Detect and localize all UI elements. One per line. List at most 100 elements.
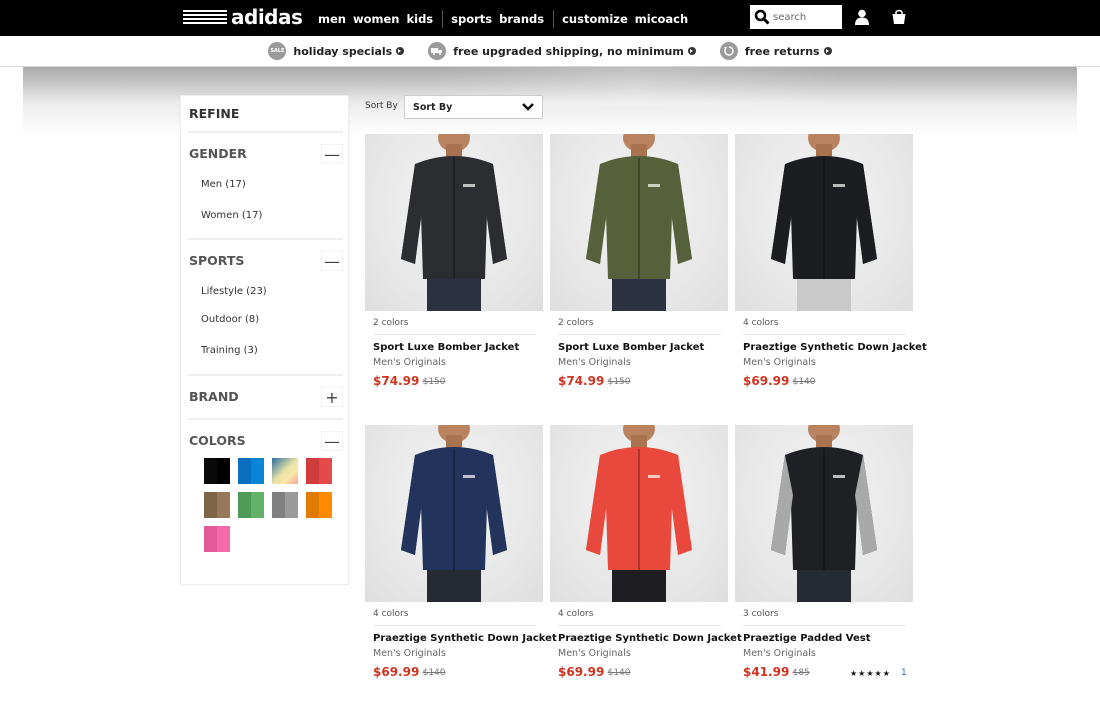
product-color-count: 2 colors bbox=[373, 318, 409, 328]
product-name[interactable]: Praeztige Synthetic Down Jacket bbox=[743, 342, 927, 353]
filter-sports-heading[interactable]: SPORTS bbox=[189, 253, 244, 268]
nav-divider bbox=[553, 10, 555, 28]
product-name[interactable]: Sport Luxe Bomber Jacket bbox=[558, 342, 704, 353]
truck-icon bbox=[428, 42, 447, 60]
search-icon bbox=[754, 9, 770, 25]
top-navigation-bar: adidas men women kids sports brands cust… bbox=[0, 0, 1100, 36]
adidas-logo[interactable]: adidas bbox=[183, 7, 303, 27]
collapse-sports-icon[interactable]: — bbox=[321, 251, 343, 271]
product-category: Men's Originals bbox=[558, 357, 631, 368]
shopping-bag-icon[interactable] bbox=[891, 9, 907, 25]
original-price: $150 bbox=[422, 377, 446, 387]
product-card[interactable]: 2 colors Sport Luxe Bomber Jacket Men's Or… bbox=[365, 134, 543, 414]
product-name[interactable]: Praeztige Synthetic Down Jacket bbox=[373, 633, 557, 644]
product-image[interactable] bbox=[735, 134, 913, 311]
expand-brand-icon[interactable]: + bbox=[321, 387, 343, 407]
color-swatch-multicolor[interactable] bbox=[272, 458, 298, 484]
product-image[interactable] bbox=[365, 134, 543, 311]
color-swatch-pink[interactable] bbox=[204, 526, 230, 552]
product-name[interactable]: Praeztige Padded Vest bbox=[743, 633, 871, 644]
product-category: Men's Originals bbox=[558, 648, 631, 659]
color-swatch-blue[interactable] bbox=[238, 458, 264, 484]
divider bbox=[188, 238, 343, 240]
nav-brands[interactable]: brands bbox=[499, 12, 544, 26]
filter-gender-women[interactable]: Women (17) bbox=[201, 210, 262, 221]
product-color-count: 4 colors bbox=[558, 609, 594, 619]
collapse-colors-icon[interactable]: — bbox=[321, 431, 343, 451]
filter-brand-heading[interactable]: BRAND bbox=[189, 389, 239, 404]
divider bbox=[743, 625, 906, 626]
sale-price: $74.99 bbox=[373, 374, 420, 388]
product-card[interactable]: 4 colors Praeztige Synthetic Down Jacket M… bbox=[735, 134, 927, 414]
sale-price: $41.99 bbox=[743, 665, 790, 679]
nav-micoach[interactable]: micoach bbox=[635, 12, 688, 26]
divider bbox=[188, 131, 343, 133]
chevron-down-icon bbox=[522, 103, 534, 111]
product-card[interactable]: 2 colors Sport Luxe Bomber Jacket Men's Or… bbox=[550, 134, 728, 414]
account-icon[interactable] bbox=[854, 9, 870, 25]
color-swatch-red[interactable] bbox=[306, 458, 332, 484]
color-swatch-green[interactable] bbox=[238, 492, 264, 518]
color-swatch-brown[interactable] bbox=[204, 492, 230, 518]
sort-dropdown[interactable]: Sort By bbox=[404, 95, 543, 119]
product-image[interactable] bbox=[365, 425, 543, 602]
product-card[interactable]: 4 colors Praeztige Synthetic Down Jacket M… bbox=[550, 425, 742, 705]
product-color-count: 3 colors bbox=[743, 609, 779, 619]
main-nav: men women kids sports brands customize m… bbox=[318, 10, 695, 28]
nav-women[interactable]: women bbox=[353, 12, 400, 26]
review-count-link[interactable]: 1 bbox=[901, 668, 907, 678]
promo-label: free returns bbox=[744, 44, 820, 58]
product-image[interactable] bbox=[550, 134, 728, 311]
product-image[interactable] bbox=[735, 425, 913, 602]
product-card[interactable]: 3 colors Praeztige Padded Vest Men's Origi… bbox=[735, 425, 913, 705]
filter-sport-lifestyle[interactable]: Lifestyle (23) bbox=[201, 286, 267, 297]
nav-men[interactable]: men bbox=[318, 12, 346, 26]
product-category: Men's Originals bbox=[743, 357, 816, 368]
arrow-right-icon bbox=[687, 47, 696, 55]
filter-gender-heading[interactable]: GENDER bbox=[189, 146, 247, 161]
divider bbox=[373, 625, 536, 626]
product-image[interactable] bbox=[550, 425, 728, 602]
product-card[interactable]: 4 colors Praeztige Synthetic Down Jacket M… bbox=[365, 425, 557, 705]
product-photo bbox=[401, 425, 507, 602]
promo-label: holiday specials bbox=[293, 44, 393, 58]
divider bbox=[558, 334, 721, 335]
color-swatch-grey[interactable] bbox=[272, 492, 298, 518]
sort-selected-value: Sort By bbox=[413, 101, 453, 113]
color-swatch-black[interactable] bbox=[204, 458, 230, 484]
collapse-gender-icon[interactable]: — bbox=[321, 144, 343, 164]
divider bbox=[558, 625, 721, 626]
sale-price: $69.99 bbox=[558, 665, 605, 679]
divider bbox=[373, 334, 536, 335]
original-price: $140 bbox=[422, 668, 446, 678]
product-photo bbox=[771, 134, 877, 311]
product-name[interactable]: Praeztige Synthetic Down Jacket bbox=[558, 633, 742, 644]
sale-price: $69.99 bbox=[373, 665, 420, 679]
nav-divider bbox=[442, 10, 444, 28]
nav-kids[interactable]: kids bbox=[406, 12, 433, 26]
filter-sport-outdoor[interactable]: Outdoor (8) bbox=[201, 314, 259, 325]
nav-customize[interactable]: customize bbox=[562, 12, 628, 26]
product-name[interactable]: Sport Luxe Bomber Jacket bbox=[373, 342, 519, 353]
original-price: $150 bbox=[607, 377, 631, 387]
divider bbox=[188, 418, 343, 420]
product-color-count: 2 colors bbox=[558, 318, 594, 328]
promo-free-shipping[interactable]: free upgraded shipping, no minimum bbox=[428, 42, 696, 60]
arrow-right-icon bbox=[823, 47, 832, 55]
promo-free-returns[interactable]: free returns bbox=[719, 42, 832, 60]
nav-sports[interactable]: sports bbox=[451, 12, 492, 26]
filter-sport-training[interactable]: Training (3) bbox=[201, 345, 258, 356]
filter-colors-heading[interactable]: COLORS bbox=[189, 433, 246, 448]
color-swatch-orange[interactable] bbox=[306, 492, 332, 518]
divider bbox=[188, 374, 343, 376]
sale-price: $69.99 bbox=[743, 374, 790, 388]
filter-gender-men[interactable]: Men (17) bbox=[201, 179, 246, 190]
search-input[interactable] bbox=[773, 11, 841, 23]
product-category: Men's Originals bbox=[373, 648, 446, 659]
arrow-right-icon bbox=[396, 47, 405, 55]
product-category: Men's Originals bbox=[373, 357, 446, 368]
search-box[interactable] bbox=[750, 5, 842, 29]
product-photo bbox=[586, 134, 692, 311]
promo-holiday-specials[interactable]: SALE holiday specials bbox=[268, 42, 405, 60]
sale-icon: SALE bbox=[268, 42, 287, 60]
